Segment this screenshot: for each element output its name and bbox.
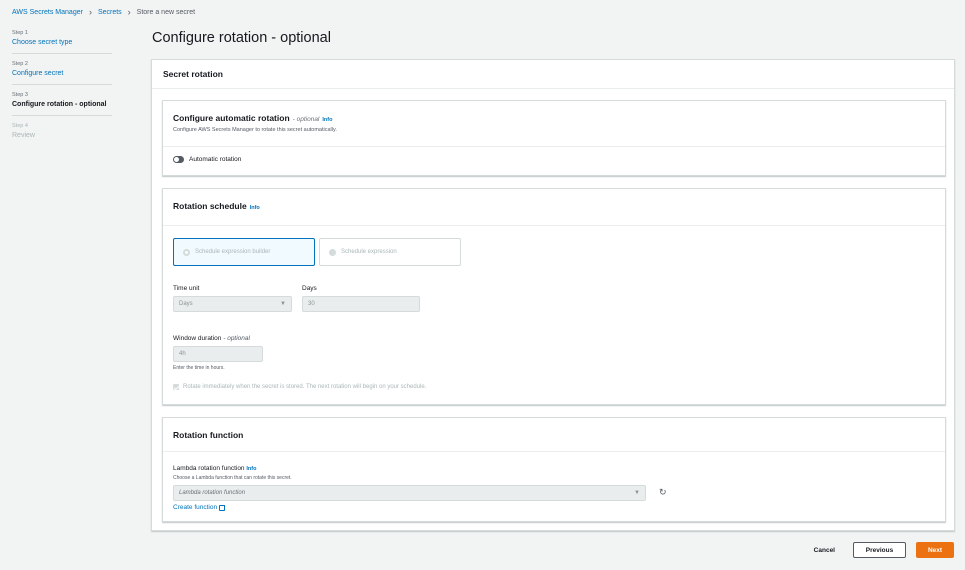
rotate-immediately-row: Rotate immediately when the secret is st… — [173, 384, 426, 390]
step-number: Step 1 — [12, 30, 28, 36]
schedule-type-selector: Schedule expression builder Schedule exp… — [173, 238, 461, 266]
breadcrumb-secrets[interactable]: Secrets — [98, 9, 122, 16]
automatic-rotation-toggle[interactable] — [173, 156, 184, 163]
wizard-steps: Step 1 Choose secret type Step 2 Configu… — [12, 30, 112, 153]
schedule-builder-option[interactable]: Schedule expression builder — [173, 238, 315, 266]
radio-icon — [183, 248, 190, 256]
breadcrumb-secrets-manager[interactable]: AWS Secrets Manager — [12, 9, 83, 16]
secret-rotation-container: Secret rotation Configure automatic rota… — [151, 59, 955, 531]
optional-tag: - optional — [292, 116, 320, 123]
window-duration-hint: Enter the time in hours. — [173, 365, 225, 371]
refresh-icon[interactable]: ↻ — [659, 487, 667, 498]
next-button[interactable]: Next — [916, 542, 954, 558]
caret-down-icon: ▼ — [280, 301, 286, 307]
breadcrumb: AWS Secrets Manager › Secrets › Store a … — [12, 7, 196, 17]
chevron-right-icon: › — [127, 7, 131, 17]
auto-rotation-card: Configure automatic rotation - optional … — [162, 100, 946, 176]
lambda-label: Lambda rotation function Info — [173, 465, 257, 472]
step-number: Step 3 — [12, 92, 28, 98]
lambda-hint: Choose a Lambda function that can rotate… — [173, 475, 292, 481]
rotation-function-title: Rotation function — [173, 430, 244, 440]
secret-rotation-header: Secret rotation — [152, 60, 954, 89]
rotation-function-card: Rotation function Lambda rotation functi… — [162, 417, 946, 522]
create-function-link[interactable]: Create function — [173, 504, 226, 511]
automatic-rotation-toggle-row: Automatic rotation — [163, 147, 945, 172]
cancel-button[interactable]: Cancel — [806, 547, 843, 554]
page-title: Configure rotation - optional — [152, 30, 331, 46]
step-number: Step 2 — [12, 61, 28, 67]
info-link[interactable]: Info — [322, 117, 332, 123]
info-link[interactable]: Info — [250, 205, 260, 211]
caret-down-icon: ▼ — [634, 490, 640, 496]
rotation-schedule-title: Rotation schedule Info — [173, 201, 260, 211]
window-duration-label: Window duration - optional — [173, 335, 250, 342]
step-review: Review — [12, 132, 35, 139]
time-unit-label: Time unit — [173, 285, 200, 292]
previous-button[interactable]: Previous — [853, 542, 906, 558]
days-label: Days — [302, 285, 317, 292]
step-current-configure-rotation: Configure rotation - optional — [12, 101, 107, 108]
chevron-right-icon: › — [88, 7, 92, 17]
external-link-icon — [219, 504, 226, 511]
breadcrumb-current: Store a new secret — [136, 9, 196, 16]
auto-rotation-title: Configure automatic rotation - optional … — [173, 113, 333, 123]
rotate-immediately-label: Rotate immediately when the secret is st… — [183, 384, 427, 390]
rotation-schedule-card: Rotation schedule Info Schedule expressi… — [162, 188, 946, 405]
step-3: Step 3 Configure rotation - optional — [12, 92, 112, 116]
step-link-configure-secret[interactable]: Configure secret — [12, 70, 112, 77]
time-unit-select[interactable]: Days ▼ — [173, 296, 292, 312]
rotate-immediately-checkbox[interactable] — [173, 384, 179, 390]
window-duration-input[interactable]: 4h — [173, 346, 263, 362]
lambda-function-select[interactable]: Lambda rotation function ▼ — [173, 485, 646, 501]
step-2: Step 2 Configure secret — [12, 61, 112, 85]
automatic-rotation-label: Automatic rotation — [189, 156, 242, 163]
wizard-footer: Cancel Previous Next — [806, 542, 954, 558]
auto-rotation-description: Configure AWS Secrets Manager to rotate … — [173, 127, 337, 133]
step-number: Step 4 — [12, 123, 28, 129]
schedule-expression-option[interactable]: Schedule expression — [319, 238, 461, 266]
step-1: Step 1 Choose secret type — [12, 30, 112, 54]
info-link[interactable]: Info — [246, 466, 256, 472]
step-link-choose-secret-type[interactable]: Choose secret type — [12, 39, 112, 46]
days-input[interactable]: 30 — [302, 296, 420, 312]
step-4: Step 4 Review — [12, 123, 112, 146]
radio-icon — [329, 248, 336, 256]
